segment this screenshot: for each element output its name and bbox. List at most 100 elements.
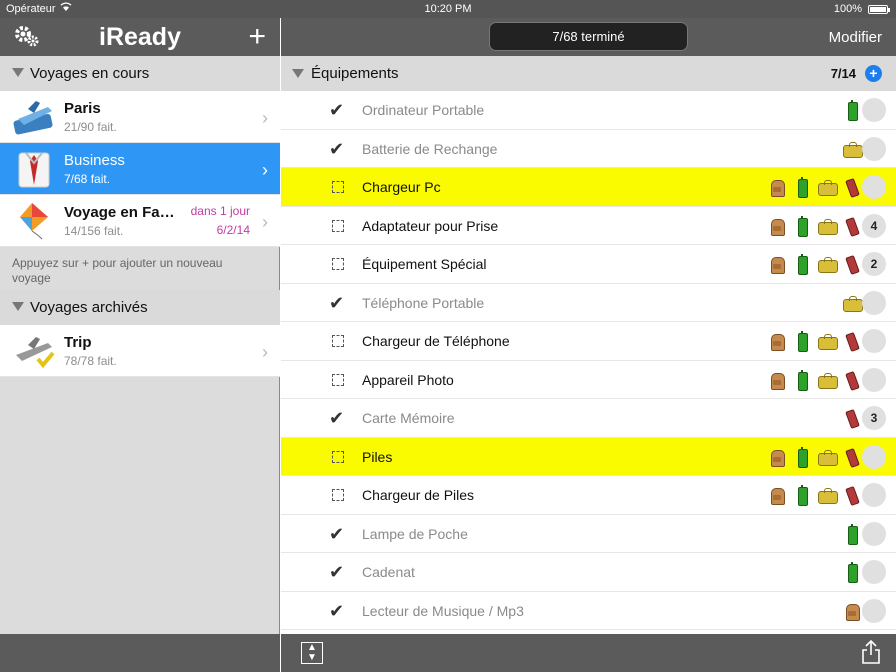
airplane-archived-icon: [12, 331, 56, 371]
item-luggage-icons: [767, 446, 862, 468]
list-item[interactable]: Piles: [281, 437, 896, 476]
item-name: Batterie de Rechange: [362, 140, 498, 157]
phone-icon: [842, 254, 862, 274]
checkmark-icon[interactable]: ✔: [329, 139, 344, 160]
add-trip-hint: Appuyez sur + pour ajouter un nouveau vo…: [12, 256, 223, 285]
list-item[interactable]: ✔ Lecteur de Musique / Mp3: [281, 592, 896, 630]
item-name: Appareil Photo: [362, 371, 454, 388]
quantity-badge[interactable]: 2: [862, 252, 886, 276]
backpack-icon: [767, 370, 787, 390]
add-item-icon[interactable]: +: [865, 65, 882, 82]
list-item[interactable]: Adaptateur pour Prise 4: [281, 207, 896, 245]
list-item[interactable]: ✔ Batterie de Rechange: [281, 130, 896, 168]
quantity-badge[interactable]: [862, 98, 886, 122]
checkmark-icon[interactable]: ✔: [329, 524, 344, 545]
suitcase-icon: [792, 331, 812, 352]
item-luggage-icons: [842, 600, 862, 622]
category-name: Équipements: [311, 65, 399, 82]
quantity-badge[interactable]: 3: [862, 406, 886, 430]
quantity-badge[interactable]: [862, 136, 886, 161]
chevron-right-icon: ›: [262, 108, 268, 128]
backpack-icon: [767, 331, 787, 351]
trip-progress: 14/156 fait.: [64, 224, 124, 238]
quantity-badge[interactable]: [862, 521, 886, 546]
trip-row-paris[interactable]: Paris 21/90 fait. ›: [0, 91, 280, 143]
item-name: Chargeur de Téléphone: [362, 333, 510, 349]
suitcase-icon: [842, 523, 862, 545]
trip-row-trip[interactable]: Trip 78/78 fait. ›: [0, 325, 280, 377]
trip-row-voyage-en-famille[interactable]: Voyage en Fa… 14/156 fait. dans 1 jour 6…: [0, 195, 280, 247]
trip-due-label: dans 1 jour: [190, 204, 250, 218]
item-name: Carte Mémoire: [362, 410, 455, 426]
checkbox-empty-icon[interactable]: [332, 335, 344, 347]
list-item[interactable]: ✔ Téléphone Portable: [281, 284, 896, 322]
checkbox-empty-icon[interactable]: [332, 450, 344, 463]
quantity-badge[interactable]: [862, 175, 886, 199]
list-item[interactable]: ✔ Cadenat: [281, 553, 896, 592]
item-list: ✔ Ordinateur Portable ✔ Batterie de Rechang…: [281, 91, 896, 630]
checkbox-empty-icon[interactable]: [332, 373, 344, 386]
quantity-badge[interactable]: [862, 560, 886, 584]
item-luggage-icons: [842, 523, 862, 545]
checkbox-empty-icon[interactable]: [332, 258, 344, 270]
list-item[interactable]: Chargeur Pc: [281, 168, 896, 207]
checkbox-empty-icon[interactable]: [332, 219, 344, 232]
checkmark-icon[interactable]: ✔: [329, 100, 344, 121]
suitcase-icon: [792, 215, 812, 237]
list-item[interactable]: Équipement Spécial 2: [281, 245, 896, 284]
list-item[interactable]: ✔ Carte Mémoire 3: [281, 399, 896, 438]
list-item[interactable]: ✔ Lampe de Poche: [281, 515, 896, 553]
trip-row-business[interactable]: Business 7/68 fait. ›: [0, 143, 280, 195]
item-name: Chargeur de Piles: [362, 487, 475, 503]
trip-name: Business: [64, 152, 125, 169]
trip-name: Trip: [64, 334, 92, 351]
list-item[interactable]: ✔ Ordinateur Portable: [281, 91, 896, 130]
share-icon[interactable]: [862, 639, 880, 664]
checkmark-icon[interactable]: ✔: [329, 601, 344, 622]
section-current-trips[interactable]: Voyages en cours: [0, 56, 280, 91]
quantity-badge[interactable]: [862, 367, 886, 392]
suitcase-icon: [792, 485, 812, 506]
suitcase-icon: [792, 254, 812, 275]
plus-icon[interactable]: +: [248, 20, 266, 54]
checkmark-icon[interactable]: ✔: [329, 562, 344, 583]
item-name: Téléphone Portable: [362, 294, 485, 311]
quantity-badge[interactable]: 4: [862, 213, 886, 238]
quantity-badge[interactable]: [862, 598, 886, 623]
quantity-badge[interactable]: [862, 329, 886, 353]
category-header[interactable]: Équipements 7/14 +: [281, 56, 896, 91]
item-name: Adaptateur pour Prise: [362, 217, 499, 234]
item-luggage-icons: [767, 330, 862, 352]
list-item[interactable]: Appareil Photo: [281, 361, 896, 399]
quantity-badge[interactable]: [862, 444, 886, 469]
trip-name: Paris: [64, 100, 101, 117]
quantity-badge[interactable]: [862, 290, 886, 315]
list-item[interactable]: Chargeur de Téléphone: [281, 322, 896, 361]
suitcase-icon: [792, 446, 812, 468]
collapse-icon[interactable]: ▲ ▼: [301, 642, 323, 664]
checkbox-empty-icon[interactable]: [332, 489, 344, 501]
trip-progress: 7/68 fait.: [64, 172, 111, 186]
item-name: Équipement Spécial: [362, 256, 487, 272]
item-name: Piles: [362, 448, 393, 465]
list-item[interactable]: Chargeur de Piles: [281, 476, 896, 515]
item-name: Chargeur Pc: [362, 179, 441, 195]
sidebar-toolbar: [0, 634, 280, 672]
section-label: Voyages en cours: [30, 65, 150, 82]
checkbox-empty-icon[interactable]: [332, 181, 344, 193]
bag-icon: [817, 447, 838, 467]
section-archived-trips[interactable]: Voyages archivés: [0, 290, 280, 325]
item-luggage-icons: [842, 99, 862, 121]
category-count: 7/14: [830, 66, 856, 81]
checkmark-icon[interactable]: ✔: [329, 408, 344, 429]
progress-indicator: 7/68 terminé: [489, 22, 688, 51]
quantity-badge[interactable]: [862, 483, 886, 507]
battery-percent: 100%: [833, 3, 862, 15]
suitcase-icon: [792, 177, 812, 198]
checkmark-icon[interactable]: ✔: [329, 293, 344, 314]
trip-progress: 78/78 fait.: [64, 354, 117, 368]
suitcase-icon: [842, 562, 862, 583]
item-name: Ordinateur Portable: [362, 102, 485, 118]
item-luggage-icons: [767, 215, 862, 237]
edit-button[interactable]: Modifier: [829, 29, 882, 46]
